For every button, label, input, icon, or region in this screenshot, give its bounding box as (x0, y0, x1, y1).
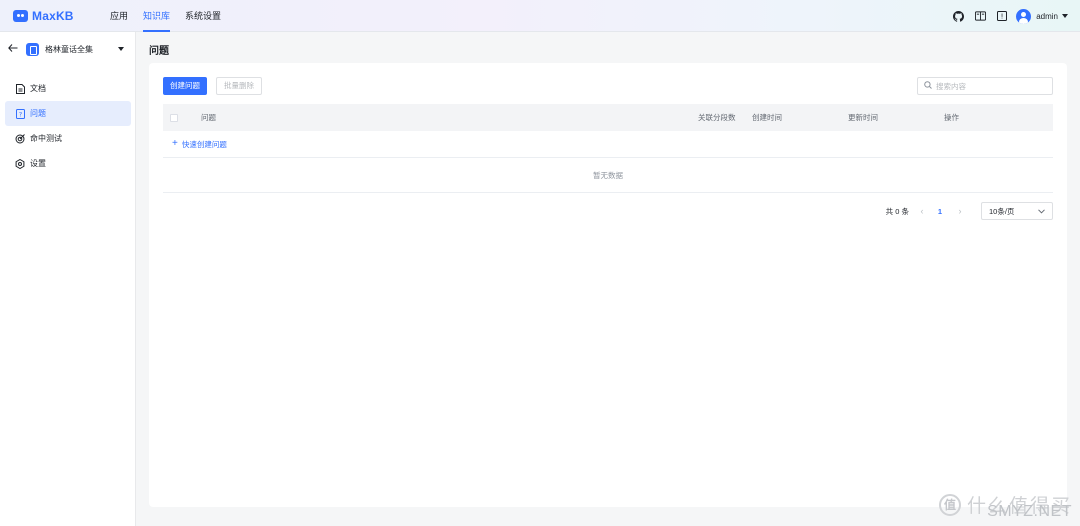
total-count: 共 0 条 (885, 206, 909, 216)
user-menu-caret-icon[interactable] (1062, 14, 1068, 18)
create-question-button[interactable]: 创建问题 (163, 77, 207, 95)
logo-icon (13, 10, 28, 22)
back-arrow-icon[interactable] (8, 44, 18, 54)
column-created-time: 创建时间 (752, 113, 782, 122)
search-box[interactable] (917, 77, 1053, 95)
app-name: MaxKB (32, 9, 74, 23)
sidebar-item-label: 命中测试 (30, 134, 62, 143)
sidebar-menu: 文档 ? 问题 命中测试 设置 (5, 76, 131, 176)
sidebar-item-hit-test[interactable]: 命中测试 (5, 126, 131, 151)
svg-text:?: ? (18, 110, 21, 118)
pagination: 共 0 条 ‹ 1 › 10条/页 (886, 202, 1053, 220)
target-icon (15, 133, 25, 144)
select-all-checkbox[interactable] (170, 114, 178, 122)
knowledge-base-icon (26, 42, 39, 56)
avatar[interactable] (1016, 8, 1032, 24)
sidebar-item-settings[interactable]: 设置 (5, 151, 131, 176)
column-actions: 操作 (944, 113, 959, 122)
nav-item-system-settings[interactable]: 系统设置 (185, 0, 221, 32)
chevron-down-icon (1038, 207, 1045, 216)
sidebar-item-questions[interactable]: ? 问题 (5, 101, 131, 126)
knowledge-base-name: 格林童话全集 (45, 44, 93, 54)
chevron-down-icon[interactable] (118, 47, 124, 51)
github-icon[interactable] (952, 10, 964, 22)
column-updated-time: 更新时间 (848, 113, 878, 122)
nav-item-knowledge[interactable]: 知识库 (143, 0, 171, 32)
page-size-select[interactable]: 10条/页 (981, 202, 1053, 220)
table-header: 问题 关联分段数 创建时间 更新时间 操作 (163, 104, 1053, 131)
sidebar-item-documents[interactable]: 文档 (5, 76, 131, 101)
top-nav: 应用 知识库 系统设置 (110, 0, 236, 32)
watermark-site: SMYZ.NET (987, 503, 1072, 520)
column-question: 问题 (201, 113, 216, 122)
watermark: 值 什么值得买 SMYZ.NET (938, 491, 1072, 520)
page-title: 问题 (149, 46, 169, 57)
book-icon[interactable] (974, 10, 986, 22)
sidebar-item-label: 设置 (30, 159, 46, 168)
help-icon[interactable]: ! (996, 10, 1008, 22)
plus-icon: + (172, 138, 178, 149)
sidebar-item-label: 文档 (30, 84, 46, 93)
nav-item-apps[interactable]: 应用 (110, 0, 128, 32)
next-page-icon[interactable]: › (953, 206, 967, 216)
page-size-value: 10条/页 (989, 206, 1015, 216)
watermark-badge: 值 (938, 493, 961, 516)
username[interactable]: admin (1036, 12, 1058, 21)
search-input[interactable] (936, 81, 1046, 91)
sidebar-item-label: 问题 (30, 109, 46, 118)
column-related-segments: 关联分段数 (698, 113, 736, 122)
question-icon: ? (15, 108, 25, 119)
quick-create-label: 快速创建问题 (181, 139, 227, 149)
top-right-tools: ! admin (942, 7, 1068, 25)
prev-page-icon[interactable]: ‹ (915, 206, 929, 216)
svg-text:!: ! (1001, 13, 1004, 21)
document-icon (15, 83, 25, 94)
quick-create-question[interactable]: + 快速创建问题 (163, 131, 1053, 158)
top-bar: MaxKB 应用 知识库 系统设置 ! admin (0, 0, 1080, 32)
sidebar: 格林童话全集 文档 ? 问题 命中测试 设置 (0, 32, 136, 526)
questions-panel: 创建问题 批量删除 问题 关联分段数 创建时间 更新时间 操作 + 快速创建问题… (149, 63, 1067, 507)
page-number[interactable]: 1 (933, 207, 947, 216)
knowledge-base-switcher[interactable]: 格林童话全集 (8, 40, 128, 58)
search-icon (924, 81, 932, 91)
app-logo[interactable]: MaxKB (13, 9, 74, 23)
empty-state: 暂无数据 (163, 158, 1053, 193)
settings-icon (15, 158, 25, 169)
batch-delete-button[interactable]: 批量删除 (216, 77, 262, 95)
